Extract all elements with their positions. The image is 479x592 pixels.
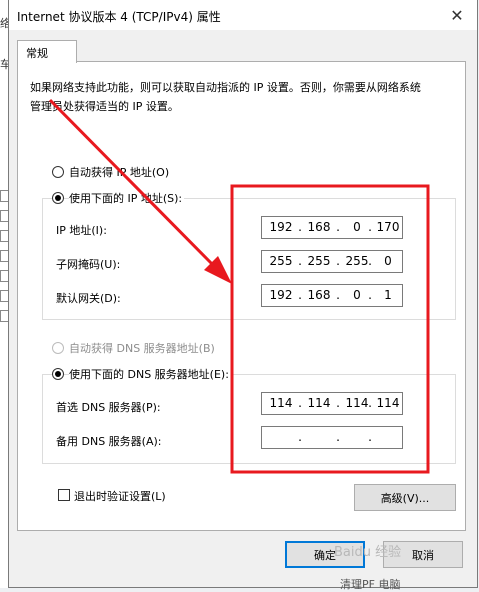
advanced-button-label: 高级(V)... — [380, 491, 430, 505]
subnet-mask-label: 子网掩码(U): — [56, 258, 121, 271]
taskbar-text: 清理PF 电脑 — [340, 578, 401, 591]
alternate-dns-label: 备用 DNS 服务器(A): — [56, 435, 162, 448]
auto-dns-label: 自动获得 DNS 服务器地址(B) — [69, 340, 217, 356]
octet-separator: . — [336, 430, 340, 444]
manual-dns-radio[interactable] — [52, 368, 64, 380]
advanced-button[interactable]: 高级(V)... — [354, 484, 456, 511]
validate-on-exit-label: 退出时验证设置(L) — [74, 490, 166, 503]
octet-separator: . — [336, 288, 340, 302]
subnet-mask-input[interactable]: 255 . 255 . 255 . 0 — [261, 250, 403, 273]
auto-ip-radio[interactable] — [52, 166, 64, 178]
preferred-dns-label: 首选 DNS 服务器(P): — [56, 401, 161, 414]
ok-button-label: 确定 — [314, 548, 336, 562]
cancel-button-label: 取消 — [412, 548, 434, 562]
octet: 114 — [376, 396, 400, 410]
default-gateway-label: 默认网关(D): — [56, 292, 121, 305]
octet-separator: . — [298, 430, 302, 444]
watermark-logo: Baidu 经验 — [334, 545, 402, 560]
ip-address-input[interactable]: 192 . 168 . 0 . 170 — [261, 216, 403, 239]
octet: 1 — [384, 288, 392, 302]
manual-dns-label: 使用下面的 DNS 服务器地址(E): — [69, 366, 231, 382]
dns-server-group — [42, 374, 456, 464]
octet-separator: . — [298, 220, 302, 234]
default-gateway-input[interactable]: 192 . 168 . 0 . 1 — [261, 284, 403, 307]
close-button[interactable]: ✕ — [437, 0, 477, 30]
manual-ip-label: 使用下面的 IP 地址(S): — [69, 190, 185, 206]
octet: 255 — [269, 254, 293, 268]
octet: 192 — [269, 220, 293, 234]
octet-separator: . — [298, 288, 302, 302]
tab-general[interactable]: 常规 — [17, 40, 77, 63]
tab-label: 常规 — [26, 47, 48, 60]
octet-separator: . — [298, 254, 302, 268]
general-tab-panel: 如果网络支持此功能，则可以获取自动指派的 IP 设置。否则，你需要从网络系统管理… — [17, 61, 466, 531]
preferred-dns-input[interactable]: 114 . 114 . 114 . 114 — [261, 392, 403, 415]
window-title: Internet 协议版本 4 (TCP/IPv4) 属性 — [17, 10, 221, 24]
octet: 255 — [307, 254, 331, 268]
octet-separator: . — [336, 396, 340, 410]
octet: 168 — [307, 220, 331, 234]
auto-ip-label: 自动获得 IP 地址(O) — [69, 164, 172, 180]
close-icon: ✕ — [450, 5, 464, 25]
octet: 192 — [269, 288, 293, 302]
octet: 170 — [376, 220, 400, 234]
octet: 168 — [307, 288, 331, 302]
manual-ip-radio[interactable] — [52, 192, 64, 204]
octet: 114 — [307, 396, 331, 410]
octet: 114 — [269, 396, 293, 410]
title-bar: Internet 协议版本 4 (TCP/IPv4) 属性 ✕ — [9, 0, 477, 30]
octet-separator: . — [368, 430, 372, 444]
description-text: 如果网络支持此功能，则可以获取自动指派的 IP 设置。否则，你需要从网络系统管理… — [30, 81, 421, 113]
ip-address-label: IP 地址(I): — [56, 224, 107, 237]
alternate-dns-input[interactable]: . . . — [261, 426, 403, 449]
auto-dns-radio[interactable] — [52, 342, 64, 354]
tcpip-properties-dialog: Internet 协议版本 4 (TCP/IPv4) 属性 ✕ 常规 如果网络支… — [8, 0, 478, 588]
validate-on-exit-checkbox[interactable] — [58, 489, 70, 501]
octet: 0 — [384, 254, 392, 268]
octet-separator: . — [336, 220, 340, 234]
octet-separator: . — [336, 254, 340, 268]
octet-separator: . — [298, 396, 302, 410]
